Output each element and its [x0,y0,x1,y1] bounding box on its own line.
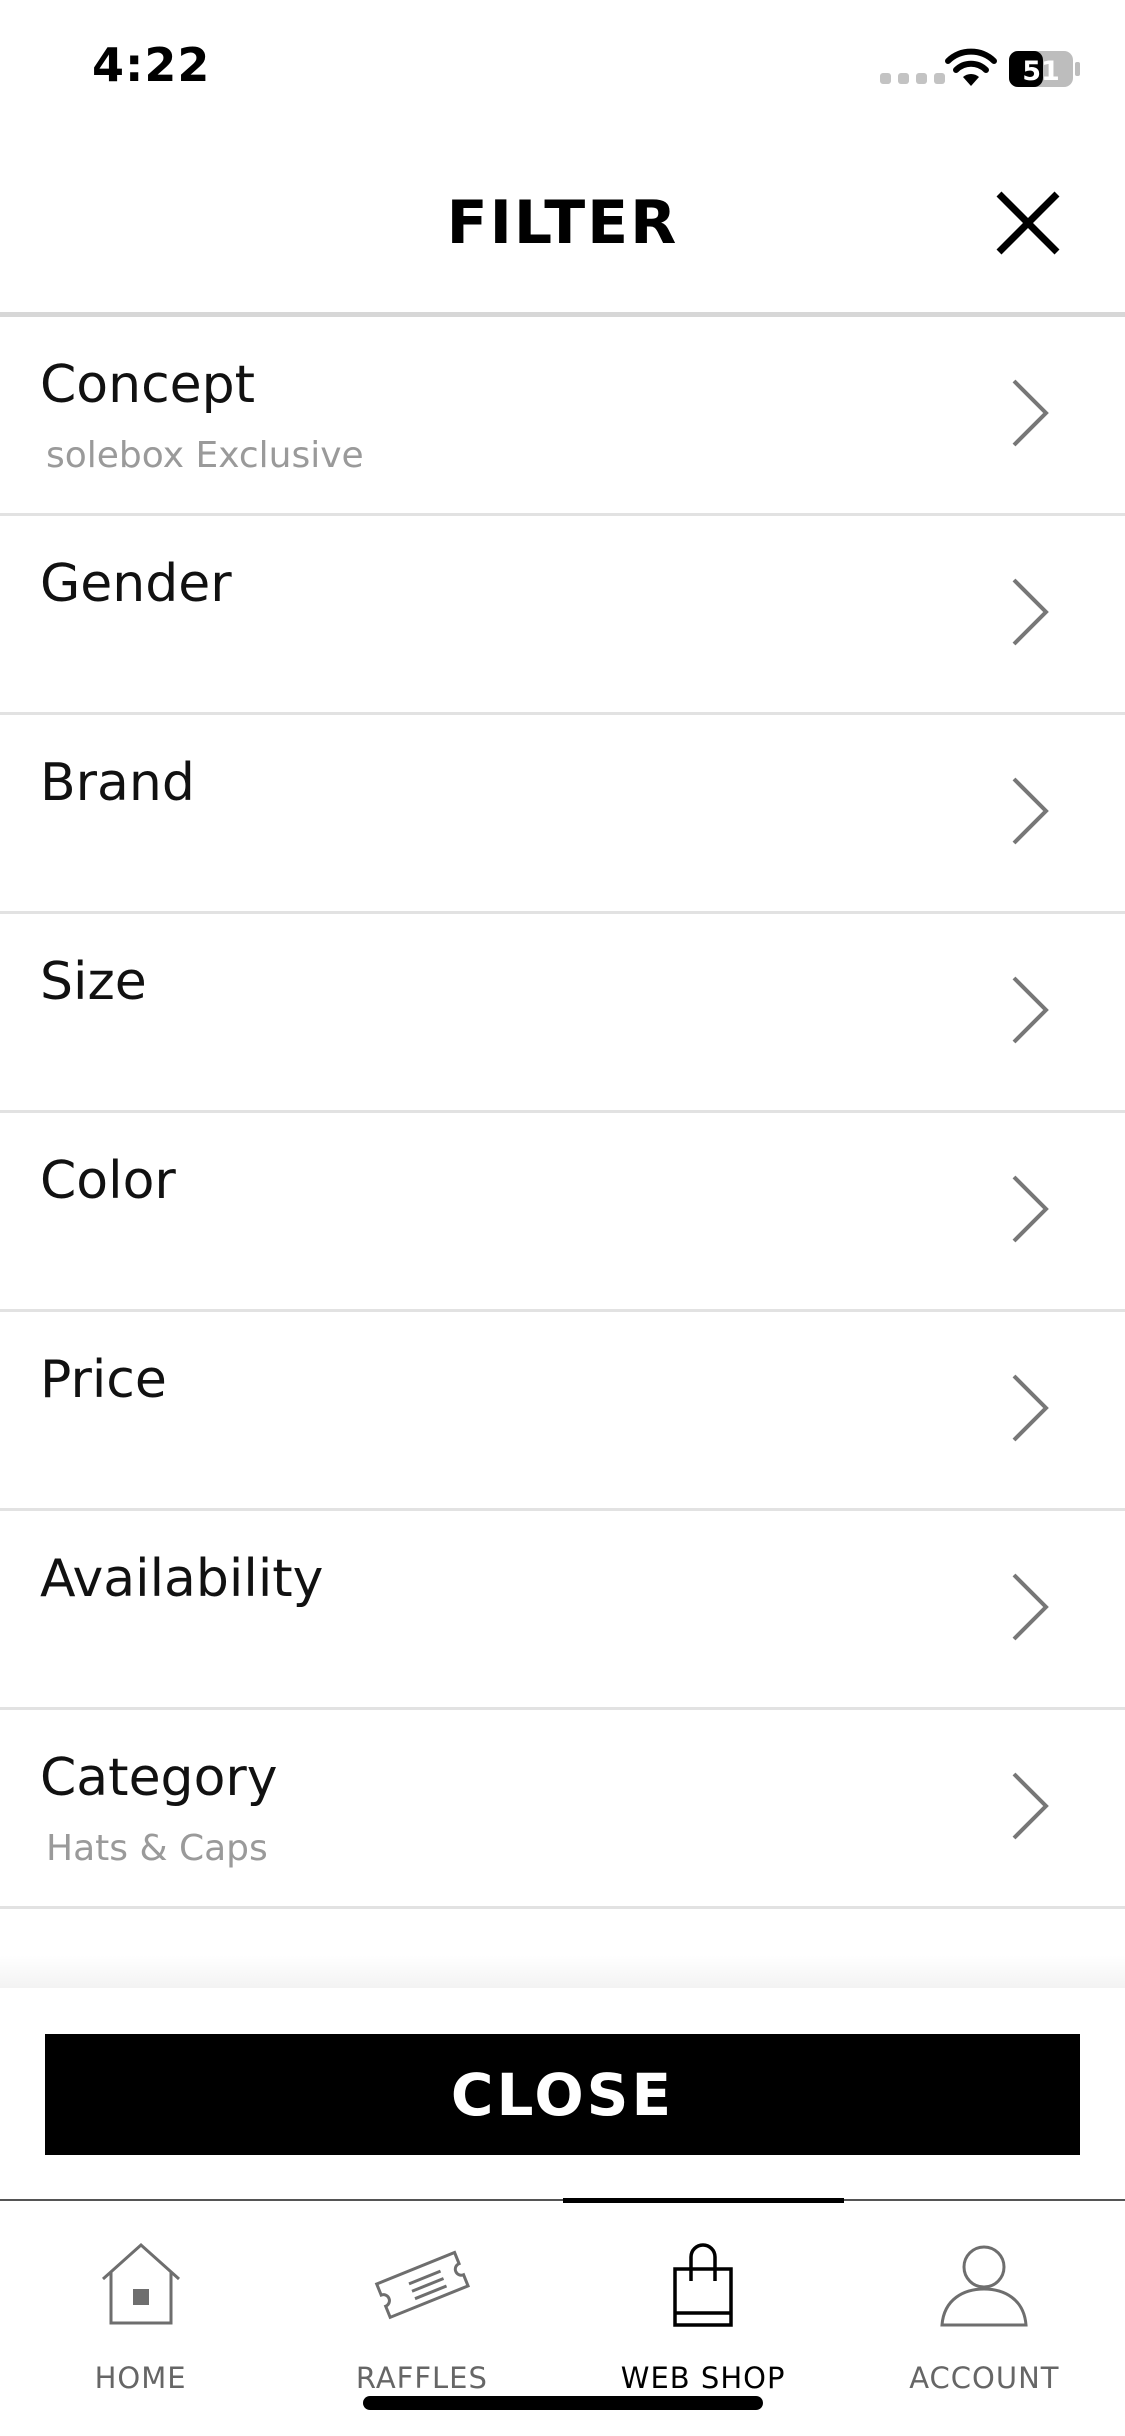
filter-list: Concept solebox Exclusive Gender Brand S… [0,317,1125,1909]
home-icon [101,2242,180,2325]
filter-label: Availability [40,1549,324,1609]
shopping-bag-icon [673,2243,733,2327]
filter-row-availability[interactable]: Availability [0,1511,1125,1710]
filter-row-color[interactable]: Color [0,1113,1125,1312]
filter-selected-value: solebox Exclusive [46,435,364,476]
page-title: FILTER [446,188,679,258]
status-bar: 4:22 51 [0,0,1125,140]
filter-label: Gender [40,554,232,614]
wifi-icon [945,48,997,86]
filter-header: FILTER [0,140,1125,315]
footer-shadow [0,1955,1125,1990]
tab-account[interactable]: ACCOUNT [844,2201,1125,2436]
filter-label: Size [40,952,147,1012]
user-icon [940,2245,1028,2327]
tab-home[interactable]: HOME [0,2201,281,2436]
cellular-signal-icon [880,73,945,84]
chevron-right-icon [1012,976,1049,1044]
tab-label: ACCOUNT [909,2361,1060,2395]
chevron-right-icon [1012,1772,1049,1840]
filter-row-category[interactable]: Category Hats & Caps [0,1710,1125,1909]
filter-row-brand[interactable]: Brand [0,715,1125,914]
filter-row-concept[interactable]: Concept solebox Exclusive [0,317,1125,516]
status-time: 4:22 [92,38,211,92]
filter-selected-value: Hats & Caps [46,1828,268,1869]
filter-label: Concept [40,355,256,415]
filter-label: Category [40,1748,278,1808]
filter-row-gender[interactable]: Gender [0,516,1125,715]
filter-row-price[interactable]: Price [0,1312,1125,1511]
tab-label: HOME [94,2361,187,2395]
ticket-icon [374,2250,470,2320]
chevron-right-icon [1012,777,1049,845]
home-indicator [363,2396,763,2410]
tab-label: WEB SHOP [620,2361,786,2395]
filter-row-size[interactable]: Size [0,914,1125,1113]
filter-label: Brand [40,753,195,813]
chevron-right-icon [1012,1175,1049,1243]
filter-label: Color [40,1151,176,1211]
filter-label: Price [40,1350,167,1410]
close-button[interactable]: CLOSE [45,2034,1080,2155]
battery-icon: 51 [1009,51,1080,87]
battery-level: 51 [1022,56,1060,87]
chevron-right-icon [1012,379,1049,447]
chevron-right-icon [1012,1374,1049,1442]
chevron-right-icon [1012,578,1049,646]
chevron-right-icon [1012,1573,1049,1641]
close-icon[interactable] [995,190,1061,256]
tab-label: RAFFLES [355,2361,488,2395]
